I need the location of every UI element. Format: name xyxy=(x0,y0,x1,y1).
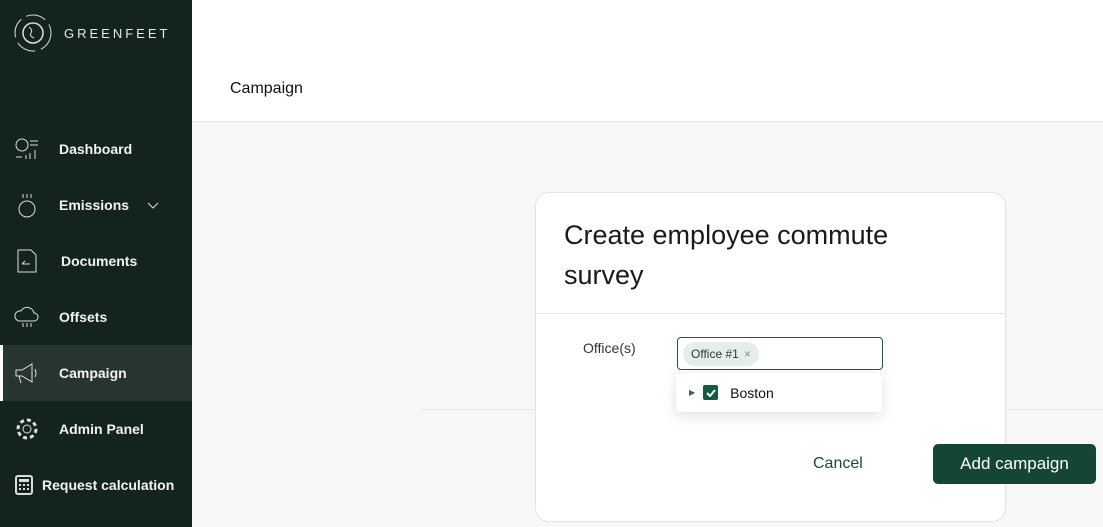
page-header: Campaign xyxy=(192,0,1103,122)
office-tag: Office #1 × xyxy=(683,342,759,366)
caret-right-icon[interactable]: ▶ xyxy=(689,388,695,397)
sidebar-item-label: Admin Panel xyxy=(59,421,144,437)
globe-logo-icon xyxy=(14,14,52,52)
page-title: Campaign xyxy=(230,80,303,97)
sidebar-item-label: Campaign xyxy=(59,365,127,381)
office-label: Office(s) xyxy=(583,340,636,356)
tag-label: Office #1 xyxy=(691,347,739,361)
megaphone-icon xyxy=(13,359,41,387)
cancel-button[interactable]: Cancel xyxy=(813,455,863,473)
emissions-icon xyxy=(13,191,41,219)
office-dropdown: ▶ Boston xyxy=(676,373,882,412)
sidebar-item-emissions[interactable]: Emissions xyxy=(0,177,192,233)
sidebar-item-dashboard[interactable]: Dashboard xyxy=(0,121,192,177)
calculator-icon xyxy=(10,471,38,499)
checkbox-boston[interactable] xyxy=(703,385,719,400)
dialog-divider xyxy=(536,313,1005,314)
sidebar-item-campaign[interactable]: Campaign xyxy=(0,345,192,401)
gear-icon xyxy=(13,415,41,443)
add-campaign-button[interactable]: Add campaign xyxy=(933,444,1096,484)
dialog-title: Create employee commute survey xyxy=(564,220,889,290)
sidebar-item-documents[interactable]: Documents xyxy=(0,233,192,289)
sidebar-item-admin-panel[interactable]: Admin Panel xyxy=(0,401,192,457)
close-icon[interactable]: × xyxy=(744,347,751,361)
office-select[interactable]: Office #1 × xyxy=(677,337,883,370)
sidebar-item-label: Request calculation xyxy=(42,477,175,493)
document-icon xyxy=(13,247,41,275)
sidebar-item-label: Dashboard xyxy=(59,141,133,157)
sidebar-item-label: Documents xyxy=(61,253,138,269)
sidebar-item-request-calculation[interactable]: Request calculation xyxy=(0,457,192,513)
chevron-down-icon[interactable] xyxy=(147,197,159,213)
option-boston[interactable]: Boston xyxy=(730,385,774,401)
sidebar: GREENFEET Dashboard Emissions Documents … xyxy=(0,0,192,527)
logo[interactable]: GREENFEET xyxy=(12,12,170,54)
sidebar-item-label: Offsets xyxy=(59,309,108,325)
brand-name: GREENFEET xyxy=(64,25,171,41)
dashboard-icon xyxy=(13,135,41,163)
sidebar-item-label: Emissions xyxy=(59,197,130,213)
sidebar-item-offsets[interactable]: Offsets xyxy=(0,289,192,345)
co2-cloud-icon xyxy=(13,303,41,331)
